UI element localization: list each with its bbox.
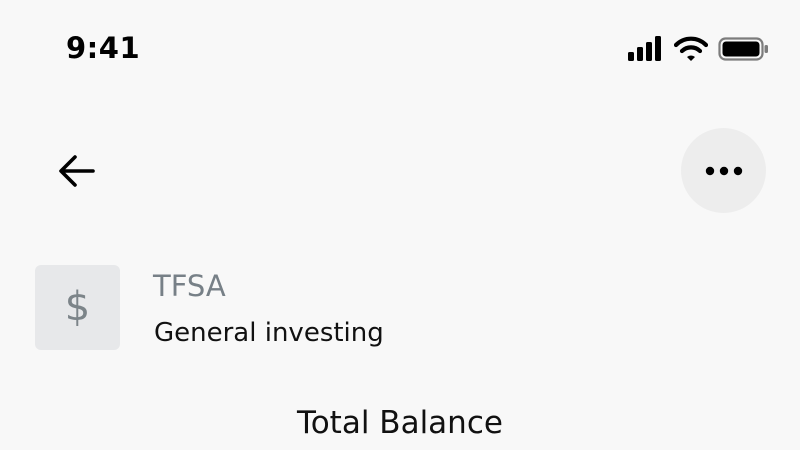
total-balance-label: Total Balance — [297, 405, 503, 441]
account-icon-tile: $ — [35, 265, 120, 350]
more-options-button[interactable] — [681, 128, 766, 213]
status-icons — [626, 36, 772, 62]
arrow-left-icon — [59, 155, 95, 187]
account-name: General investing — [154, 318, 384, 348]
cellular-signal-icon — [628, 36, 661, 61]
status-bar: 9:41 — [0, 0, 800, 100]
account-type: TFSA — [153, 269, 226, 303]
dollar-icon: $ — [64, 284, 91, 330]
battery-icon — [718, 37, 768, 61]
back-button[interactable] — [52, 146, 102, 196]
wifi-icon — [674, 36, 708, 61]
status-time: 9:41 — [66, 31, 141, 65]
more-horizontal-icon — [705, 166, 743, 176]
